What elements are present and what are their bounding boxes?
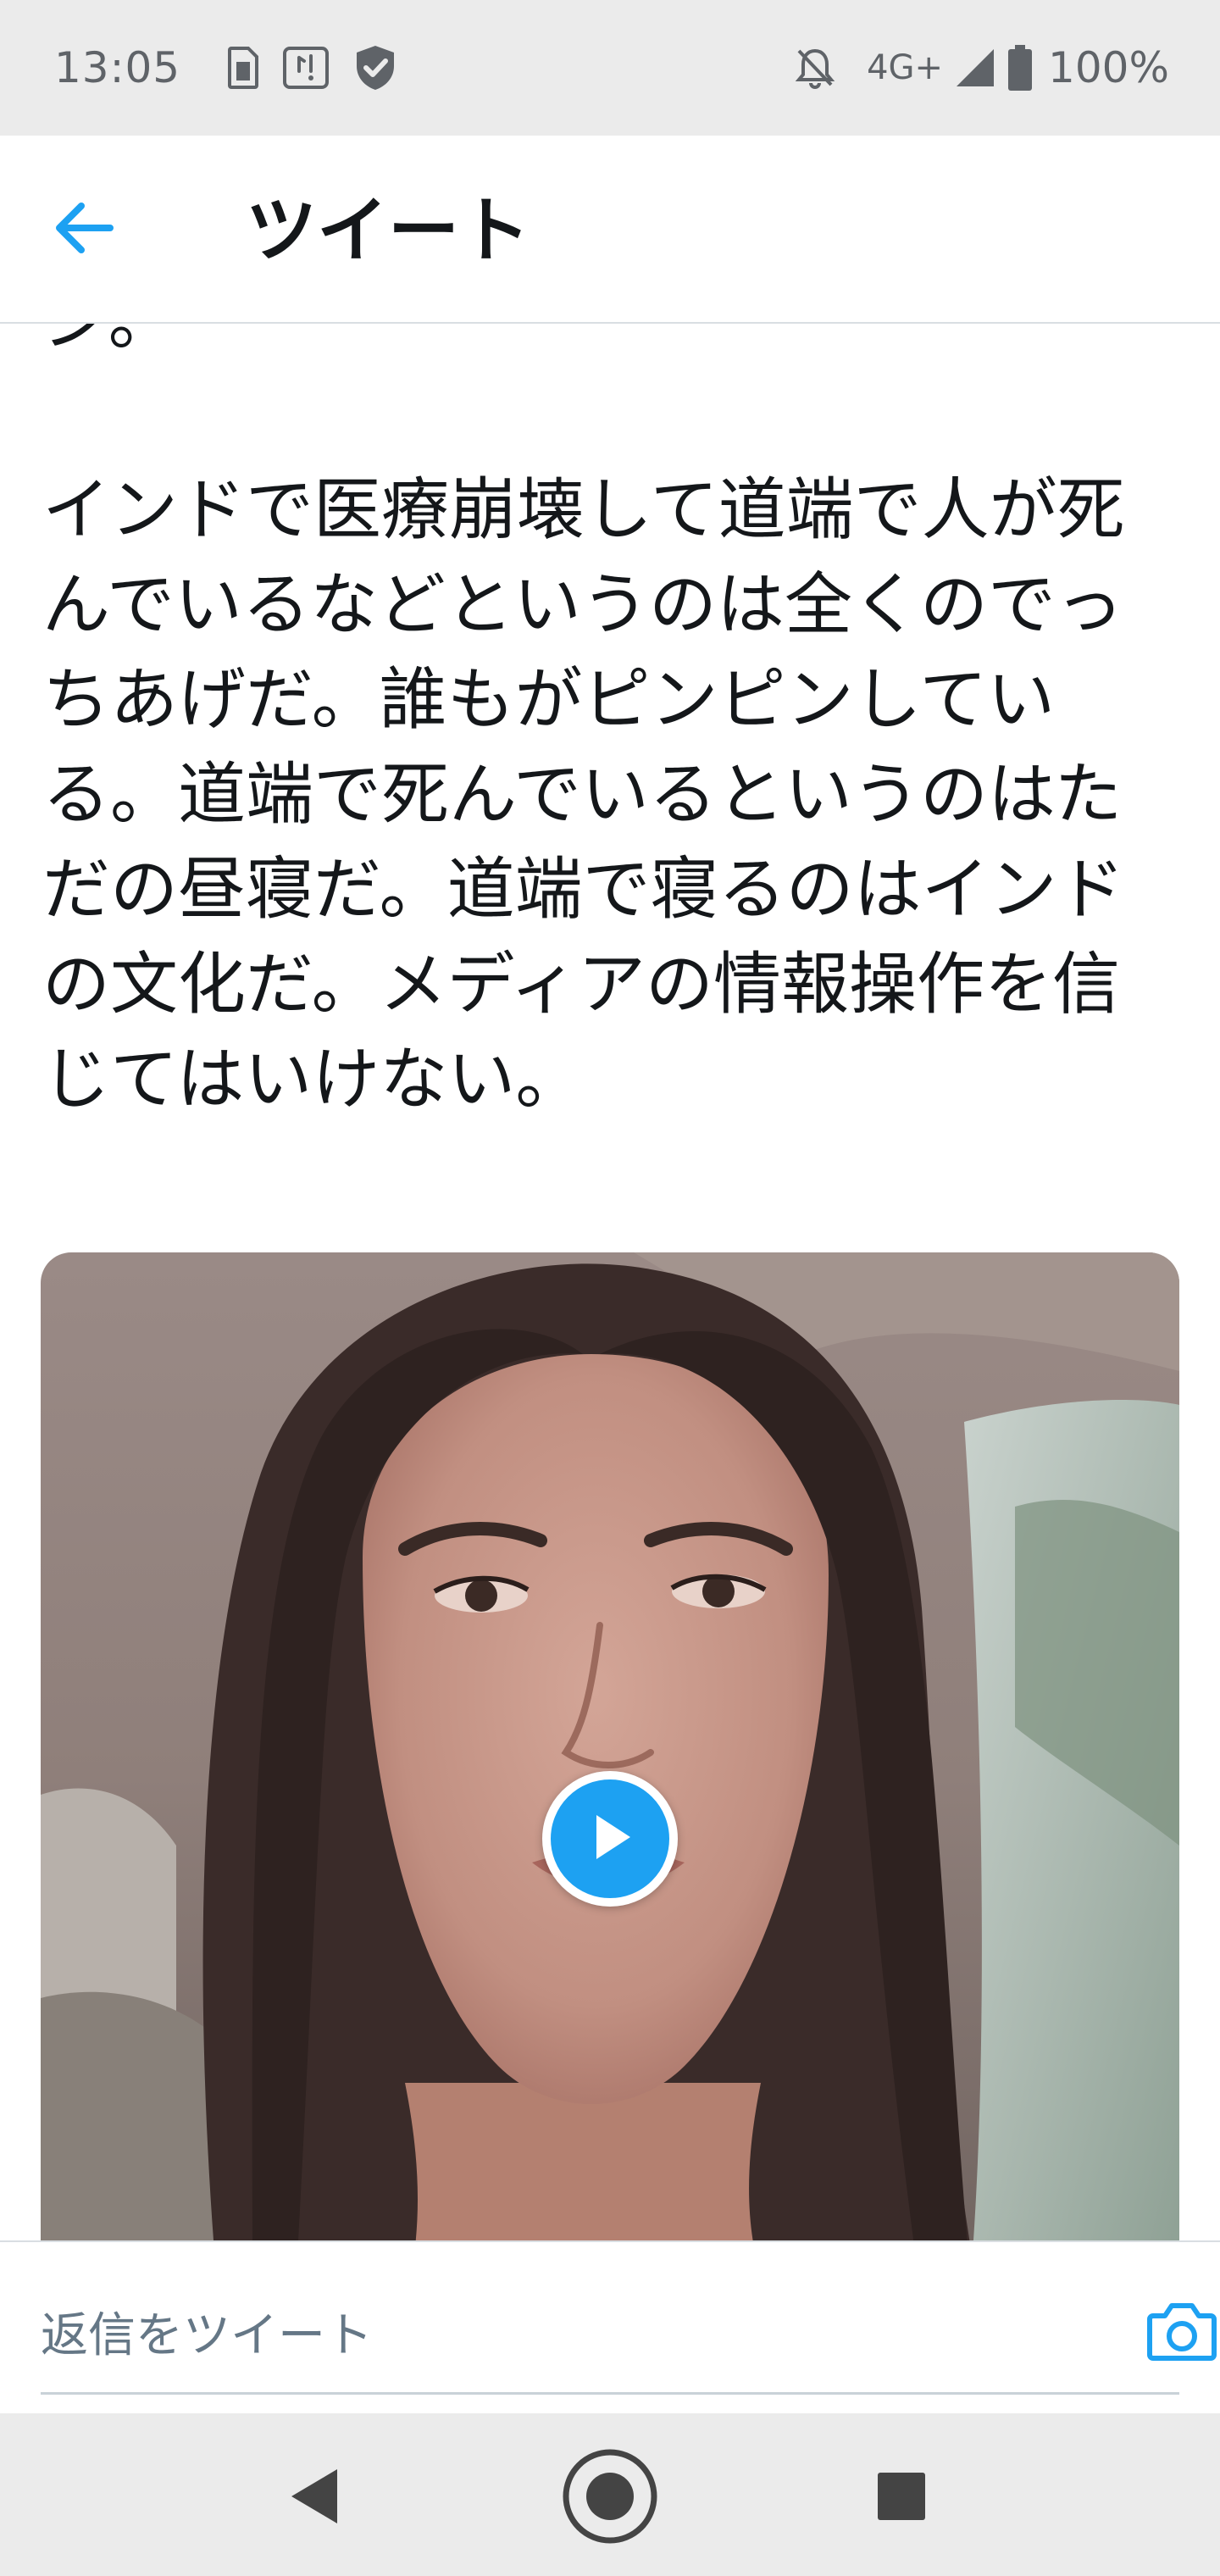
tweet-text: ジ。 インドで医療崩壊して道端で人が死んでいるなどというのは全くのでっちあげだ。…: [42, 324, 1125, 1119]
nav-back-button[interactable]: [264, 2447, 366, 2549]
status-right-icons: 4G+ 100%: [794, 43, 1169, 92]
reply-bar: 返信をツイート: [0, 2240, 1220, 2413]
battery-percent: 100%: [1048, 43, 1169, 92]
status-left-icons: [228, 44, 397, 92]
tweet-detail: ジ。 インドで医療崩壊して道端で人が死んでいるなどというのは全くのでっちあげだ。…: [0, 324, 1220, 2240]
video-play-button[interactable]: [542, 1771, 678, 1907]
reply-placeholder: 返信をツイート: [41, 2308, 373, 2363]
signal-icon: [955, 47, 995, 88]
reply-input[interactable]: 返信をツイート: [41, 2242, 1179, 2395]
page-title: ツイート: [246, 189, 531, 272]
play-icon: [585, 1810, 635, 1868]
shield-check-icon: [353, 44, 397, 92]
nav-home-button[interactable]: [559, 2447, 661, 2549]
status-time: 13:05: [54, 43, 181, 92]
nav-recents-button[interactable]: [851, 2447, 952, 2549]
nav-recents-icon: [876, 2471, 927, 2525]
battery-icon: [1007, 45, 1033, 91]
notifications-off-icon: [794, 46, 836, 90]
screen: 13:05 4G+ 100% ツイート インドで医療崩壊して道端で人が死んでいる…: [0, 0, 1220, 2576]
back-button[interactable]: [53, 192, 137, 268]
tweet-video[interactable]: [41, 1252, 1179, 2240]
nav-back-icon: [288, 2466, 342, 2530]
camera-button[interactable]: [1144, 2295, 1220, 2371]
sim-card-icon: [228, 47, 259, 89]
camera-icon: [1146, 2301, 1217, 2365]
network-type: 4G+: [867, 48, 944, 87]
navigation-bar: [0, 2413, 1220, 2576]
arrow-left-icon: [53, 201, 114, 258]
status-bar: 13:05 4G+ 100%: [0, 0, 1220, 136]
app-notification-icon: [282, 46, 330, 90]
app-header: ツイート: [0, 136, 1220, 324]
nav-home-icon: [561, 2447, 659, 2549]
video-thumbnail: [41, 1252, 1179, 2240]
